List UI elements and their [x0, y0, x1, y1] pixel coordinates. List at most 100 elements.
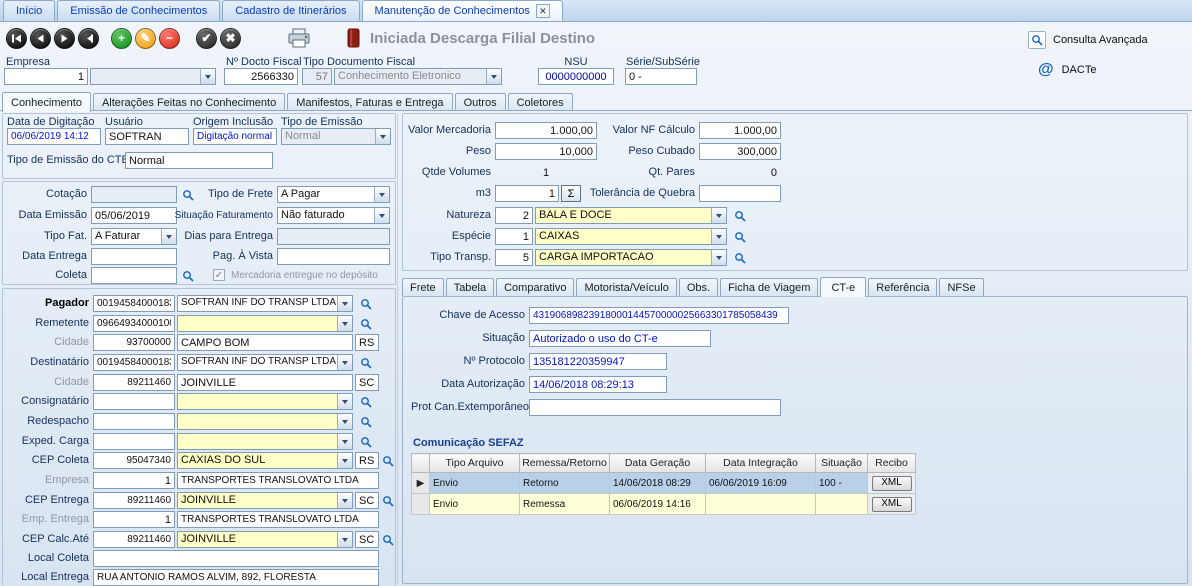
nav-first-button[interactable] — [6, 28, 27, 49]
cell-remessa-retorno[interactable]: Remessa — [520, 494, 610, 515]
cell-data-geracao[interactable]: 06/06/2019 14:16 — [610, 494, 706, 515]
tab-conhecimento[interactable]: Conhecimento — [2, 92, 91, 112]
cell-remessa-retorno[interactable]: Retorno — [520, 473, 610, 494]
empresa-header-code-input[interactable] — [4, 68, 88, 85]
sum-button[interactable]: Σ — [561, 185, 581, 202]
consulta-avancada-button[interactable]: Consulta Avançada — [1028, 31, 1148, 49]
tipo-doc-code-input[interactable] — [302, 68, 332, 85]
especie-combo[interactable]: CAIXAS — [535, 228, 727, 245]
cidade-origem-code-input[interactable] — [93, 334, 175, 351]
dias-entrega-input[interactable] — [277, 228, 390, 245]
cidade-destino-uf-input[interactable] — [355, 374, 379, 391]
exped-carga-search-button[interactable] — [357, 433, 375, 450]
cidade-destino-input[interactable] — [177, 374, 353, 391]
coleta-search-button[interactable] — [179, 267, 197, 284]
cep-coleta-search-button[interactable] — [379, 452, 397, 469]
natureza-search-button[interactable] — [731, 207, 749, 224]
redespacho-code-input[interactable] — [93, 413, 175, 430]
pagador-code-input[interactable] — [93, 295, 175, 312]
remetente-code-input[interactable] — [93, 315, 175, 332]
cell-data-geracao[interactable]: 14/06/2018 08:29 — [610, 473, 706, 494]
consignatario-search-button[interactable] — [357, 393, 375, 410]
peso-input[interactable] — [495, 143, 597, 160]
xml-button[interactable]: XML — [872, 476, 912, 491]
consignatario-code-input[interactable] — [93, 393, 175, 410]
natureza-combo[interactable]: BALA E DOCE — [535, 207, 727, 224]
cidade-destino-code-input[interactable] — [93, 374, 175, 391]
tab-nfse[interactable]: NFSe — [939, 278, 983, 296]
empresa-coleta-input[interactable] — [177, 472, 379, 489]
cep-coleta-combo[interactable]: CAXIAS DO SUL — [177, 452, 353, 469]
docto-fiscal-input[interactable] — [224, 68, 298, 85]
sefaz-row[interactable]: Envio Remessa 06/06/2019 14:16 XML — [412, 494, 916, 515]
cep-entrega-search-button[interactable] — [379, 492, 397, 509]
cep-entrega-code-input[interactable] — [93, 492, 175, 509]
cep-coleta-uf-input[interactable] — [355, 452, 379, 469]
cell-situacao[interactable]: 100 - — [816, 473, 868, 494]
cep-calc-search-button[interactable] — [379, 531, 397, 548]
protocolo-input[interactable] — [529, 353, 667, 370]
destinatario-code-input[interactable] — [93, 354, 175, 371]
exped-carga-code-input[interactable] — [93, 433, 175, 450]
tipo-frete-combo[interactable]: A Pagar — [277, 186, 390, 203]
qt-pares-input[interactable] — [699, 164, 781, 181]
nav-last-button[interactable] — [78, 28, 99, 49]
tab-frete[interactable]: Frete — [402, 278, 444, 296]
tab-motorista-veiculo[interactable]: Motorista/Veículo — [576, 278, 676, 296]
tab-outros[interactable]: Outros — [455, 93, 506, 111]
mdi-tab-manutencao[interactable]: Manutenção de Conhecimentos ✕ — [362, 0, 563, 21]
cep-entrega-uf-input[interactable] — [355, 492, 379, 509]
emp-entrega-input[interactable] — [177, 511, 379, 528]
empresa-header-combo[interactable] — [90, 68, 216, 85]
sefaz-row-selected[interactable]: ▶ Envio Retorno 14/06/2018 08:29 06/06/2… — [412, 473, 916, 494]
usuario-input[interactable] — [105, 128, 189, 145]
situacao-faturamento-combo[interactable]: Não faturado — [277, 207, 390, 224]
consignatario-combo[interactable] — [177, 393, 353, 410]
cotacao-input[interactable] — [91, 186, 177, 203]
nav-next-button[interactable] — [54, 28, 75, 49]
cell-data-integracao[interactable] — [706, 494, 816, 515]
emp-entrega-code-input[interactable] — [93, 511, 175, 528]
tab-alteracoes[interactable]: Alterações Feitas no Conhecimento — [93, 93, 285, 111]
tab-close-icon[interactable]: ✕ — [536, 4, 550, 18]
m3-input[interactable] — [495, 185, 559, 202]
cidade-origem-uf-input[interactable] — [355, 334, 379, 351]
tipo-emissao-cte-input[interactable] — [125, 152, 273, 169]
dacte-button[interactable]: @ DACTe — [1038, 61, 1096, 79]
cep-entrega-combo[interactable]: JOINVILLE — [177, 492, 353, 509]
qtde-volumes-input[interactable] — [495, 164, 597, 181]
tab-cte[interactable]: CT-e — [820, 277, 866, 297]
destinatario-search-button[interactable] — [357, 354, 375, 371]
confirm-button[interactable]: ✔ — [196, 28, 217, 49]
mdi-tab-itinerarios[interactable]: Cadastro de Itinerários — [222, 0, 359, 21]
cell-tipo-arquivo[interactable]: Envio — [430, 473, 520, 494]
remetente-search-button[interactable] — [357, 315, 375, 332]
cep-calc-uf-input[interactable] — [355, 531, 379, 548]
xml-button[interactable]: XML — [872, 497, 912, 512]
destinatario-combo[interactable]: SOFTRAN INF DO TRANSP LTDA — [177, 354, 353, 371]
cep-coleta-code-input[interactable] — [93, 452, 175, 469]
situacao-cte-input[interactable] — [529, 330, 711, 347]
origem-input[interactable] — [193, 128, 277, 145]
cell-situacao[interactable] — [816, 494, 868, 515]
panel-splitter[interactable] — [397, 113, 398, 584]
serie-input[interactable] — [625, 68, 697, 85]
tab-obs[interactable]: Obs. — [679, 278, 718, 296]
data-autorizacao-input[interactable] — [529, 376, 667, 393]
exped-carga-combo[interactable] — [177, 433, 353, 450]
redespacho-search-button[interactable] — [357, 413, 375, 430]
pagador-search-button[interactable] — [357, 295, 375, 312]
delete-record-button[interactable]: − — [159, 28, 180, 49]
mdi-tab-inicio[interactable]: Início — [3, 0, 55, 21]
tipo-transp-combo[interactable]: CARGA IMPORTACAO — [535, 249, 727, 266]
mercadoria-deposito-checkbox[interactable]: ✓ — [213, 269, 225, 281]
tab-coletores[interactable]: Coletores — [508, 93, 573, 111]
valor-nf-input[interactable] — [699, 122, 781, 139]
add-record-button[interactable]: + — [111, 28, 132, 49]
local-coleta-input[interactable] — [93, 550, 379, 567]
tolerancia-input[interactable] — [699, 185, 781, 202]
nav-prev-button[interactable] — [30, 28, 51, 49]
tab-manifestos[interactable]: Manifestos, Faturas e Entrega — [287, 93, 452, 111]
redespacho-combo[interactable] — [177, 413, 353, 430]
tipo-transp-code-input[interactable] — [495, 249, 533, 266]
